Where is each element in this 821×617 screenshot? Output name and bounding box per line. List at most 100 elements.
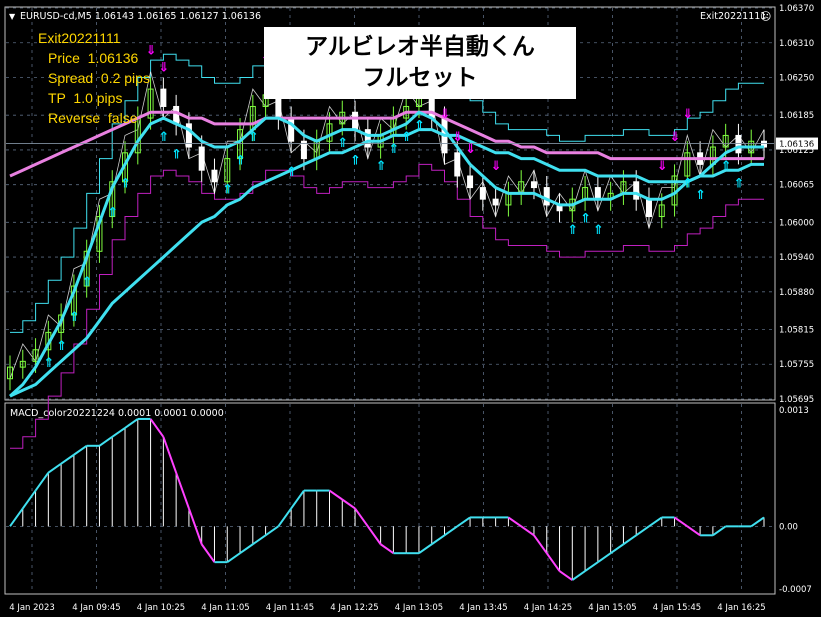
buy-arrow: ⇑: [82, 275, 93, 290]
macd-tick-label: -0.0007: [779, 585, 812, 595]
candle-body: [594, 187, 601, 200]
macd-tick-label: 0.0013: [779, 406, 809, 416]
candle-body: [543, 187, 550, 206]
sell-arrow: ⇓: [670, 130, 681, 145]
macd-signal-segment: [622, 534, 637, 546]
macd-signal-segment: [111, 427, 126, 438]
title-banner: アルビレオ半自動くん フルセット: [264, 27, 576, 99]
macd-signal-segment: [47, 462, 62, 474]
buy-arrow: ⇑: [593, 223, 604, 238]
candle-body: [211, 169, 218, 183]
price-tick-label: 1.05940: [779, 253, 814, 263]
price-tick-label: 1.06310: [779, 39, 814, 49]
macd-signal-segment: [60, 453, 75, 465]
macd-signal-segment: [252, 534, 267, 546]
macd-label: MACD_color20221224 0.0001 0.0001 0.0000: [10, 408, 224, 419]
buy-arrow: ⇑: [158, 130, 169, 145]
chart-window[interactable]: ⇑⇑⇑⇑⇑⇑⇑⇑⇑⇑⇑⇑⇑⇑⇑⇑⇑⇑⇑⇑⇑⇑⇑⇑⇑⇓⇓⇓⇓⇓⇓⇓⇓⇓⇓⇓⇓ 1.…: [0, 0, 821, 617]
macd-signal-segment: [507, 516, 522, 528]
fast-ma-line: [8, 110, 764, 398]
candle-body: [735, 134, 742, 154]
buy-arrow: ⇑: [695, 188, 706, 203]
symbol-line: EURUSD-cd,M5 1.06143 1.06165 1.06127 1.0…: [20, 11, 261, 22]
buy-arrow: ⇑: [337, 136, 348, 151]
macd-signal-segment: [635, 525, 650, 537]
macd-signal-segment: [648, 516, 663, 528]
dropdown-icon[interactable]: ▼: [9, 12, 16, 21]
buy-arrow: ⇑: [567, 223, 578, 238]
time-tick-label: 4 Jan 13:45: [459, 603, 507, 613]
time-tick-label: 4 Jan 12:25: [330, 603, 378, 613]
candle-body: [633, 181, 640, 200]
macd-signal-segment: [431, 534, 446, 546]
macd-signal-segment: [686, 525, 701, 537]
candle-body: [198, 146, 205, 171]
buy-arrow: ⇑: [286, 165, 297, 180]
macd-signal-segment: [558, 570, 573, 581]
price-tick-label: 1.05880: [779, 288, 814, 298]
buy-arrow: ⇑: [107, 206, 118, 221]
info-reverse: Reverse false: [48, 110, 138, 126]
price-tick-label: 1.06000: [779, 218, 814, 228]
macd-signal-segment: [443, 525, 458, 537]
price-tick-label: 1.06125: [779, 146, 814, 156]
buy-arrow: ⇑: [721, 159, 732, 174]
time-tick-label: 4 Jan 13:05: [395, 603, 443, 613]
banner-line2: フルセット: [362, 65, 478, 91]
price-tick-label: 1.06185: [779, 111, 814, 121]
info-price: Price 1.06136: [48, 50, 139, 66]
macd-signal-segment: [533, 534, 548, 554]
macd-signal-segment: [571, 570, 586, 581]
macd-signal-segment: [597, 552, 612, 563]
buy-arrow: ⇑: [43, 356, 54, 371]
smiley-icon[interactable]: ☹: [760, 10, 771, 23]
time-tick-label: 4 Jan 2023: [9, 603, 55, 613]
macd-signal-segment: [520, 525, 535, 537]
sell-arrow: ⇓: [465, 142, 476, 157]
candle-body: [492, 198, 499, 206]
macd-histogram: [9, 417, 765, 581]
macd-signal-segment: [162, 436, 178, 473]
macd-signal-segment: [750, 516, 765, 528]
price-tick-label: 1.06250: [779, 74, 814, 84]
buy-arrow: ⇑: [388, 142, 399, 157]
sell-arrow: ⇓: [657, 159, 668, 174]
macd-signal-segment: [290, 489, 305, 510]
candle-body: [467, 175, 474, 189]
candle-body: [160, 88, 167, 107]
buy-arrow: ⇑: [414, 119, 425, 134]
price-tick-label: 1.06065: [779, 181, 814, 191]
sell-arrow: ⇓: [158, 61, 169, 76]
macd-signal-segment: [175, 472, 190, 509]
time-tick-label: 4 Jan 16:25: [717, 603, 765, 613]
buy-arrow: ⇑: [376, 159, 387, 174]
macd-signal-segment: [226, 552, 241, 563]
time-tick-label: 4 Jan 10:25: [137, 603, 185, 613]
buy-arrow: ⇑: [69, 310, 80, 325]
macd-signal-segment: [73, 444, 88, 456]
time-tick-label: 4 Jan 15:45: [653, 603, 701, 613]
candle-body: [364, 129, 371, 148]
price-tick-label: 1.05755: [779, 360, 814, 370]
buy-arrow: ⇑: [248, 130, 259, 145]
macd-signal-segment: [200, 543, 216, 563]
candle-body: [530, 181, 537, 189]
macd-tick-label: 0.00: [779, 522, 798, 532]
macd-signal-segment: [418, 543, 433, 555]
macd-signal-segment: [328, 489, 343, 501]
macd-signal-segment: [277, 507, 292, 527]
macd-signal-segment: [545, 552, 561, 572]
time-tick-label: 4 Jan 11:45: [266, 603, 314, 613]
info-panel: Exit20221111 Price 1.06136 Spread 0.2 pi…: [38, 28, 150, 128]
macd-signal-segment: [341, 498, 356, 510]
buy-arrow: ⇑: [120, 177, 131, 192]
buy-arrow: ⇑: [580, 211, 591, 226]
time-axis: 4 Jan 2023 4 Jan 09:45 4 Jan 10:25 4 Jan 11…: [9, 603, 765, 613]
buy-arrow: ⇑: [401, 130, 412, 145]
info-spread: Spread 0.2 pips: [48, 70, 150, 86]
buy-arrow: ⇑: [733, 177, 744, 192]
price-tick-label: 1.05815: [779, 325, 814, 335]
macd-signal-segment: [34, 472, 50, 492]
macd-signal-segment: [712, 525, 727, 537]
macd-signal-segment: [584, 561, 599, 572]
